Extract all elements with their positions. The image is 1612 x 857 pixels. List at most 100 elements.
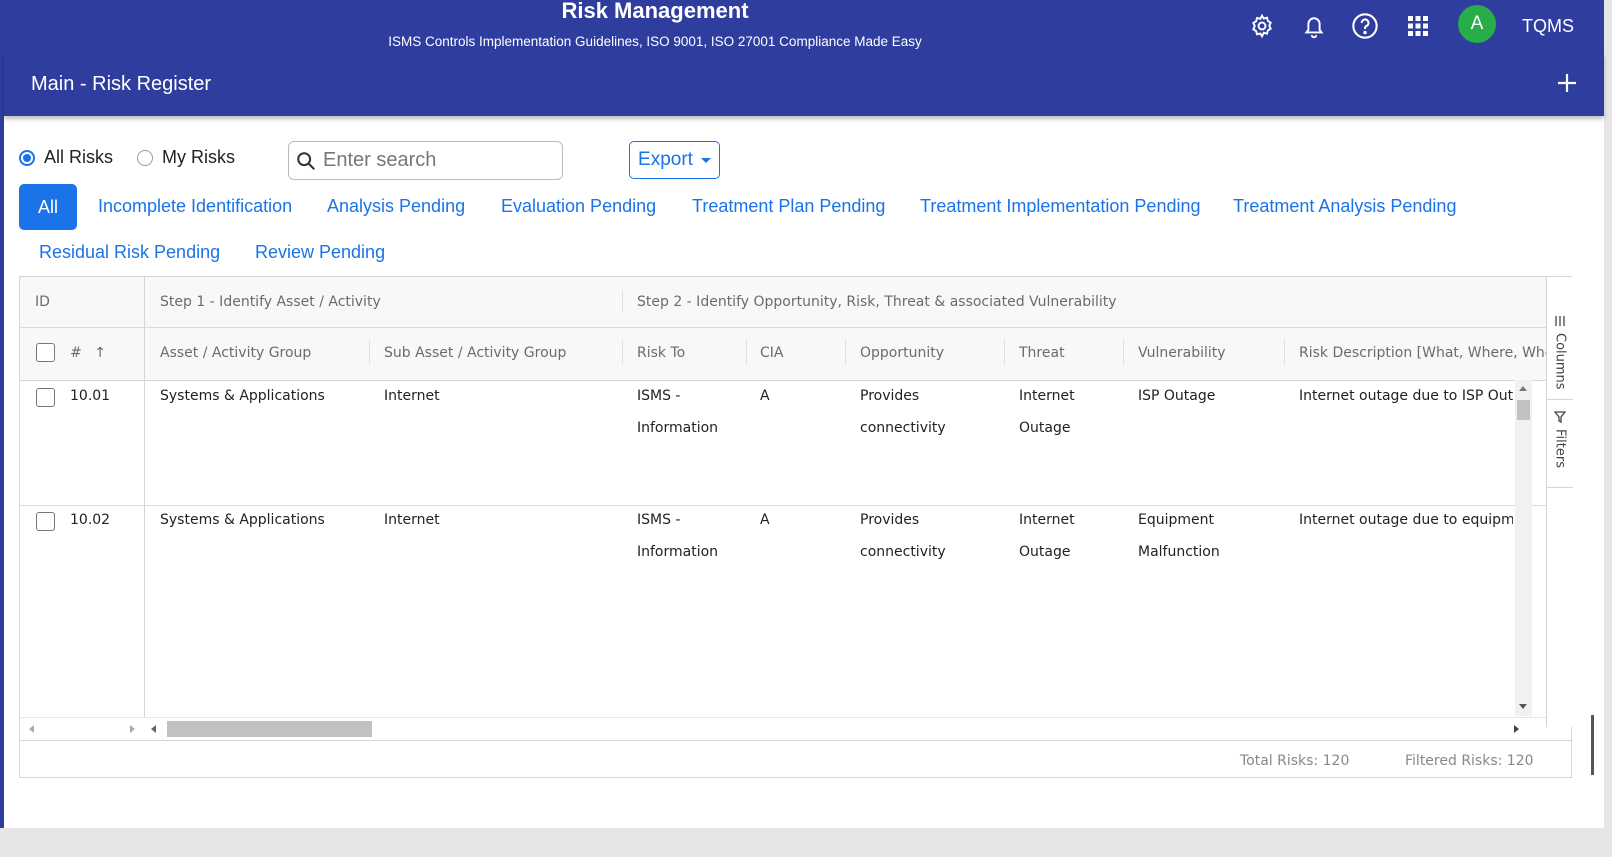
avatar[interactable]: A <box>1458 5 1496 43</box>
select-all-checkbox[interactable] <box>36 343 55 362</box>
radio-all-risks[interactable]: All Risks <box>19 147 113 168</box>
cell-risk-description: Internet outage due to ISP Outage <box>1299 388 1513 404</box>
radio-my-risks-label: My Risks <box>162 147 235 167</box>
filtered-risks-count: Filtered Risks: 120 <box>1405 753 1534 769</box>
radio-unselected-icon <box>137 149 153 166</box>
top-header: Risk Management ISMS Controls Implementa… <box>0 0 1604 54</box>
page-title: Main - Risk Register <box>31 73 212 95</box>
scroll-up-icon[interactable] <box>1519 386 1527 391</box>
cell-cia: A <box>760 388 770 404</box>
col-header-cia[interactable]: CIA <box>760 345 783 361</box>
filters-panel-button[interactable]: Filters <box>1547 411 1573 488</box>
cell-risk-description: Internet outage due to equipment <box>1299 512 1513 528</box>
col-resize-handle[interactable] <box>1004 340 1005 364</box>
col-header-asset-group[interactable]: Asset / Activity Group <box>160 345 311 361</box>
col-resize-handle[interactable] <box>746 340 747 364</box>
search-input[interactable] <box>321 148 555 173</box>
tab-residual-risk-pending[interactable]: Residual Risk Pending <box>39 242 220 263</box>
scroll-left-icon[interactable] <box>29 725 34 733</box>
tab-review-pending[interactable]: Review Pending <box>255 242 385 263</box>
horizontal-scrollbar[interactable] <box>20 717 1546 740</box>
vertical-scroll-thumb[interactable] <box>1517 400 1530 420</box>
cell-id: 10.02 <box>70 512 111 528</box>
cell-opportunity: connectivity <box>860 544 946 560</box>
cell-asset-group: Systems & Applications <box>160 512 325 528</box>
bell-icon[interactable] <box>1296 8 1332 44</box>
cell-opportunity: Provides <box>860 388 920 404</box>
search-box[interactable] <box>288 141 563 180</box>
cell-risk-to: ISMS - <box>637 512 681 528</box>
export-button[interactable]: Export <box>629 141 720 179</box>
help-icon[interactable] <box>1347 8 1383 44</box>
col-header-num[interactable]: # ↑ <box>70 345 106 361</box>
grid-header: ID Step 1 - Identify Asset / Activity St… <box>20 277 1546 381</box>
tab-incomplete-identification[interactable]: Incomplete Identification <box>98 196 292 217</box>
cell-threat: Outage <box>1019 420 1071 436</box>
col-header-opportunity[interactable]: Opportunity <box>860 345 944 361</box>
total-risks-count: Total Risks: 120 <box>1240 753 1350 769</box>
col-header-threat[interactable]: Threat <box>1019 345 1065 361</box>
cell-id: 10.01 <box>70 388 111 404</box>
grid-side-panel: Columns Filters <box>1546 277 1573 727</box>
col-header-risk-description[interactable]: Risk Description [What, Where, When <box>1299 345 1546 361</box>
cell-threat: Internet <box>1019 512 1075 528</box>
export-label: Export <box>638 149 693 170</box>
cell-opportunity: connectivity <box>860 420 946 436</box>
gear-icon[interactable] <box>1244 8 1280 44</box>
plus-icon <box>1558 74 1576 92</box>
scroll-left-icon[interactable] <box>151 725 156 733</box>
cell-opportunity: Provides <box>860 512 920 528</box>
columns-label: Columns <box>1552 333 1568 390</box>
apps-grid-icon[interactable] <box>1400 8 1436 44</box>
cell-asset-group: Systems & Applications <box>160 388 325 404</box>
col-resize-handle[interactable] <box>1123 340 1124 364</box>
horizontal-scroll-thumb[interactable] <box>167 721 372 737</box>
radio-selected-icon <box>19 149 35 166</box>
search-icon <box>297 151 315 170</box>
tab-treatment-analysis-pending[interactable]: Treatment Analysis Pending <box>1233 196 1456 217</box>
scroll-right-icon[interactable] <box>130 725 135 733</box>
tab-analysis-pending[interactable]: Analysis Pending <box>327 196 465 217</box>
cell-vulnerability: Equipment <box>1138 512 1214 528</box>
scroll-right-icon[interactable] <box>1514 725 1519 733</box>
window-bottom-strip <box>0 828 1612 857</box>
app-subtitle: ISMS Controls Implementation Guidelines,… <box>388 34 922 49</box>
radio-all-risks-label: All Risks <box>44 147 114 167</box>
risk-register-grid: ID Step 1 - Identify Asset / Activity St… <box>19 276 1573 778</box>
group-separator <box>622 291 623 313</box>
col-header-risk-to[interactable]: Risk To <box>637 345 685 361</box>
col-resize-handle[interactable] <box>845 340 846 364</box>
header-divider <box>20 327 1546 328</box>
pinned-column-separator <box>144 277 145 717</box>
cell-risk-to: ISMS - <box>637 388 681 404</box>
tab-all[interactable]: All <box>19 184 77 230</box>
cell-vulnerability: ISP Outage <box>1138 388 1216 404</box>
col-resize-handle[interactable] <box>1284 340 1285 364</box>
cell-threat: Internet <box>1019 388 1075 404</box>
scroll-down-icon[interactable] <box>1519 704 1527 709</box>
filters-label: Filters <box>1552 429 1568 468</box>
filter-icon <box>1554 411 1566 423</box>
cell-risk-to: Information <box>637 544 719 560</box>
group-header-step1: Step 1 - Identify Asset / Activity <box>160 294 381 310</box>
row-checkbox[interactable] <box>36 512 55 531</box>
cell-risk-to: Information <box>637 420 719 436</box>
org-name[interactable]: TQMS <box>1522 16 1574 37</box>
caret-down-icon <box>700 157 711 163</box>
row-checkbox[interactable] <box>36 388 55 407</box>
col-resize-handle[interactable] <box>622 340 623 364</box>
col-header-vulnerability[interactable]: Vulnerability <box>1138 345 1226 361</box>
tab-evaluation-pending[interactable]: Evaluation Pending <box>501 196 656 217</box>
add-risk-button[interactable] <box>1552 68 1582 98</box>
tab-treatment-implementation-pending[interactable]: Treatment Implementation Pending <box>920 196 1201 217</box>
columns-panel-button[interactable]: Columns <box>1547 311 1573 400</box>
page-scrollbar[interactable] <box>1591 715 1594 775</box>
columns-icon <box>1555 316 1565 326</box>
col-resize-handle[interactable] <box>369 340 370 364</box>
vertical-scrollbar[interactable] <box>1515 380 1532 716</box>
col-header-sub-asset-group[interactable]: Sub Asset / Activity Group <box>384 345 566 361</box>
app-title: Risk Management <box>561 0 749 23</box>
left-edge <box>0 0 4 828</box>
tab-treatment-plan-pending[interactable]: Treatment Plan Pending <box>692 196 885 217</box>
radio-my-risks[interactable]: My Risks <box>137 147 235 168</box>
